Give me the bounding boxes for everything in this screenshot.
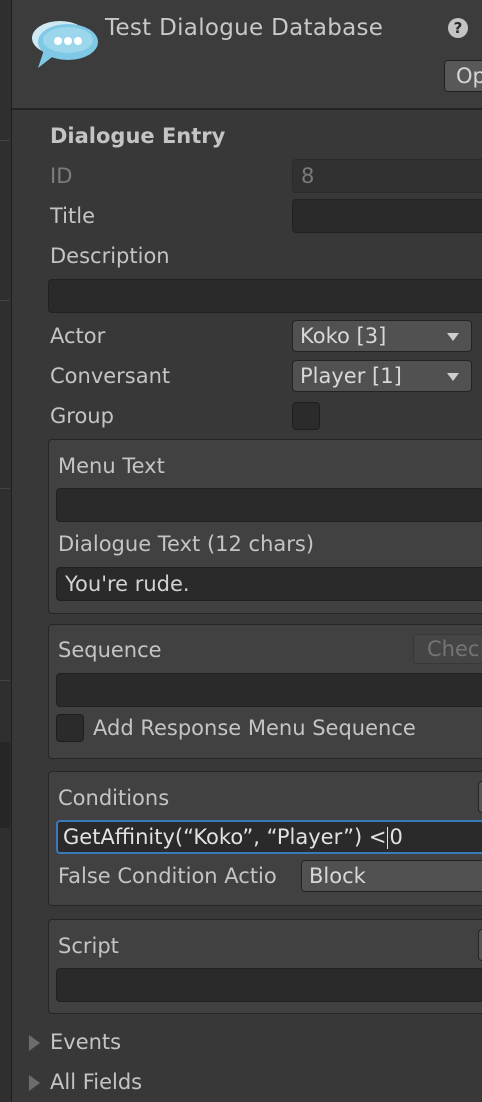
events-foldout[interactable]: Events — [50, 1030, 121, 1054]
gutter-line — [0, 680, 10, 681]
sequence-field[interactable] — [56, 673, 482, 707]
menu-icon[interactable]: ⋮ — [474, 16, 482, 40]
conditions-label: Conditions — [58, 786, 170, 810]
description-label: Description — [50, 244, 170, 268]
description-field[interactable] — [48, 279, 482, 313]
id-label: ID — [50, 164, 73, 188]
check-sequence-button[interactable]: Chec — [413, 634, 482, 664]
add-response-menu-sequence-label: Add Response Menu Sequence — [93, 716, 416, 740]
actor-dropdown[interactable]: Koko [3] — [292, 320, 472, 352]
menu-text-field[interactable] — [56, 488, 482, 522]
script-wizard-button[interactable] — [478, 929, 482, 961]
section-title: Dialogue Entry — [50, 124, 226, 148]
help-icon[interactable]: ? — [448, 18, 468, 38]
gutter-line — [0, 488, 10, 489]
conditions-field[interactable]: GetAffinity(“Koko”, “Player”) <0 — [56, 820, 482, 854]
title-label: Title — [50, 204, 96, 228]
dialogue-text-field[interactable]: You're rude. — [56, 567, 482, 601]
conditions-text-tail: 0 — [389, 825, 403, 849]
menu-text-label: Menu Text — [58, 454, 165, 478]
false-condition-action-value: Block — [309, 864, 366, 888]
conditions-text: GetAffinity(“Koko”, “Player”) < — [63, 825, 387, 849]
gutter-line — [0, 300, 10, 301]
all-fields-expand-icon[interactable] — [29, 1075, 40, 1091]
open-editor-button[interactable]: Op — [444, 60, 482, 92]
group-label: Group — [50, 404, 114, 428]
events-expand-icon[interactable] — [29, 1035, 40, 1051]
all-fields-foldout[interactable]: All Fields — [50, 1070, 142, 1094]
gutter-block — [0, 742, 10, 828]
conditions-wizard-button[interactable] — [478, 781, 482, 813]
dialogue-database-icon — [32, 21, 98, 68]
conversant-label: Conversant — [50, 364, 171, 388]
false-condition-action-label: False Condition Actio — [58, 864, 277, 888]
add-response-menu-sequence-checkbox[interactable] — [56, 714, 84, 742]
id-field: 8 — [292, 159, 482, 193]
chevron-down-icon — [447, 373, 459, 381]
actor-label: Actor — [50, 324, 106, 348]
false-condition-action-dropdown[interactable]: Block — [301, 860, 482, 892]
conversant-dropdown[interactable]: Player [1] — [292, 360, 472, 392]
actor-value: Koko [3] — [300, 324, 387, 348]
conversant-value: Player [1] — [300, 364, 402, 388]
left-panel-edge — [0, 0, 12, 1102]
dialogue-text-label: Dialogue Text (12 chars) — [58, 532, 315, 556]
sequence-label: Sequence — [58, 638, 162, 662]
group-checkbox[interactable] — [292, 402, 320, 430]
title-field[interactable] — [292, 199, 482, 233]
script-field[interactable] — [56, 968, 482, 1002]
chevron-down-icon — [447, 333, 459, 341]
script-label: Script — [58, 934, 119, 958]
gutter-line — [0, 140, 10, 141]
database-title: Test Dialogue Database — [105, 15, 384, 41]
inspector-header: Test Dialogue Database ? ⋮ Op — [12, 0, 482, 110]
